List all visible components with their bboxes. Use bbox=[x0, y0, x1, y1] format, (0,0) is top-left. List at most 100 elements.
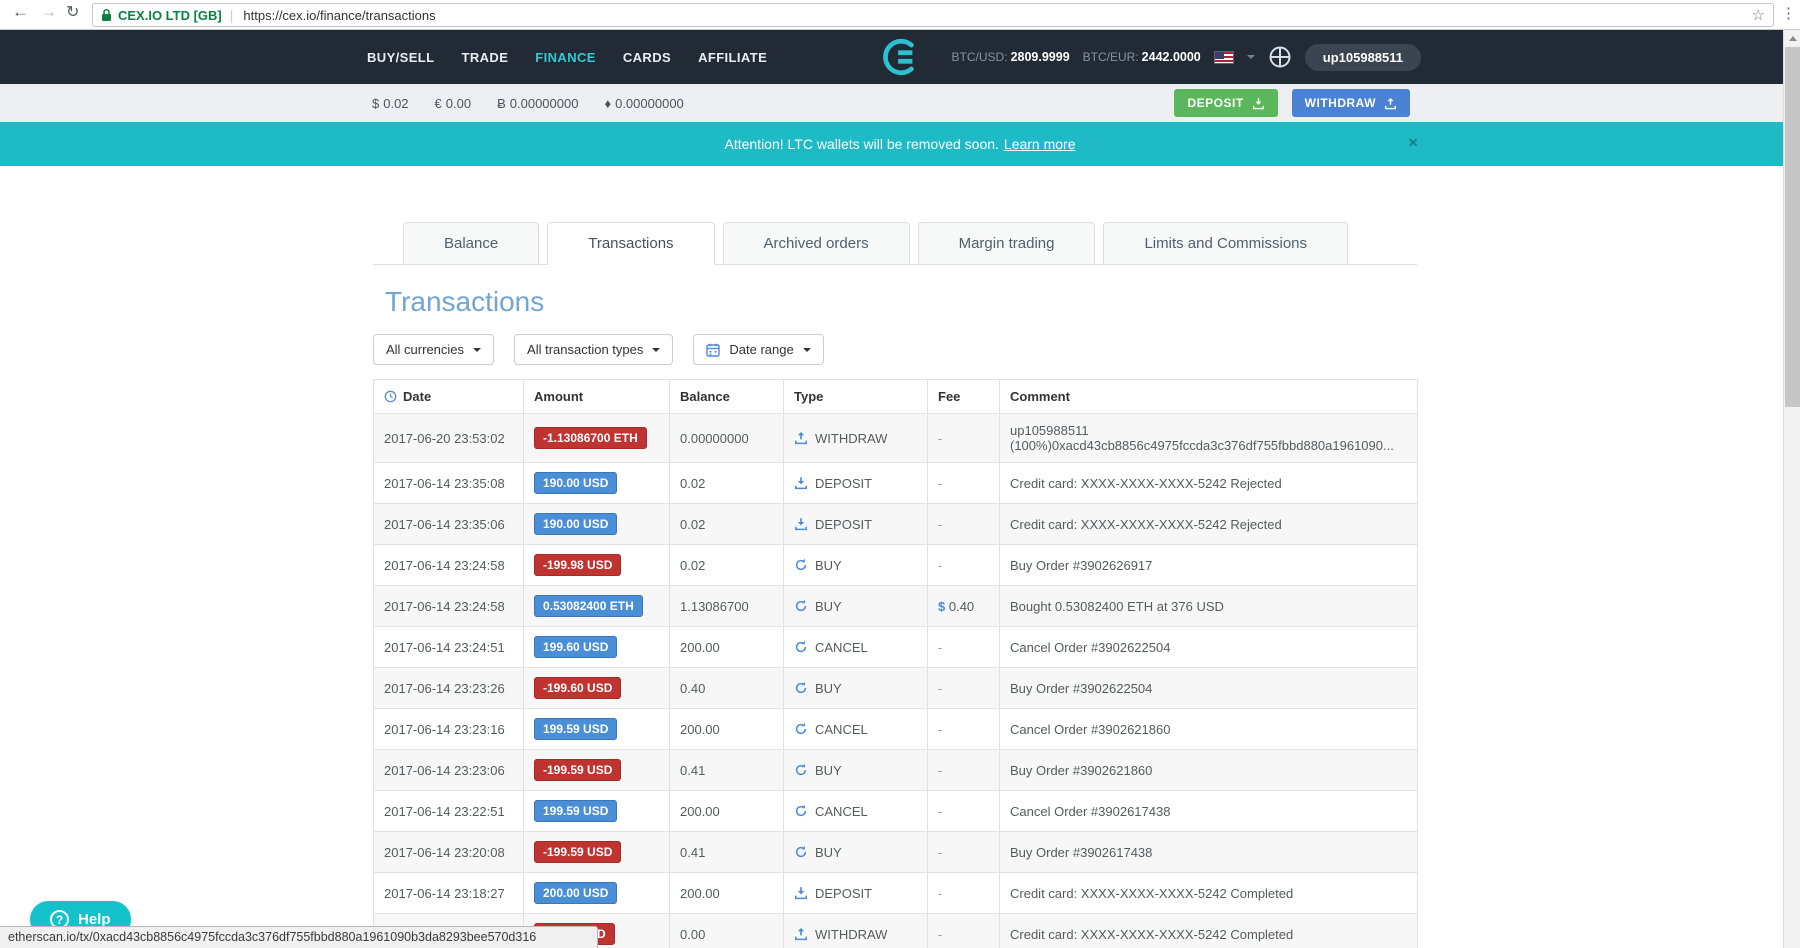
deposit-icon bbox=[1252, 97, 1265, 110]
tx-amount: 199.60 USD bbox=[524, 627, 670, 668]
navbar-right: BTC/USD:2809.9999 BTC/EUR:2442.0000 up10… bbox=[952, 30, 1421, 84]
bookmark-star-icon[interactable]: ☆ bbox=[1752, 6, 1765, 24]
site-identity[interactable]: CEX.IO LTD [GB] bbox=[118, 8, 222, 23]
amount-badge: 190.00 USD bbox=[534, 472, 617, 494]
tx-comment: Credit card: XXXX-XXXX-XXXX-5242 Rejecte… bbox=[1000, 463, 1418, 504]
deposit-type-icon bbox=[794, 886, 808, 900]
tx-date: 2017-06-14 23:23:26 bbox=[374, 668, 524, 709]
tx-type: BUY bbox=[784, 586, 928, 627]
col-header-date[interactable]: Date bbox=[374, 380, 524, 414]
table-row: 2017-06-20 23:53:02-1.13086700 ETH0.0000… bbox=[374, 414, 1418, 463]
url-bar[interactable]: CEX.IO LTD [GB] | https://cex.io/finance… bbox=[92, 3, 1774, 27]
us-flag-icon[interactable] bbox=[1214, 51, 1234, 64]
finance-content: Balance Transactions Archived orders Mar… bbox=[373, 222, 1417, 948]
col-header-fee: Fee bbox=[928, 380, 1000, 414]
ticker-btceur: BTC/EUR:2442.0000 bbox=[1083, 50, 1201, 64]
col-header-balance: Balance bbox=[670, 380, 784, 414]
tx-comment: Cancel Order #3902617438 bbox=[1000, 791, 1418, 832]
withdraw-type-icon bbox=[794, 927, 808, 941]
date-range-dropdown[interactable]: Date range bbox=[693, 334, 823, 365]
tx-amount: 200.00 USD bbox=[524, 873, 670, 914]
username-pill[interactable]: up105988511 bbox=[1305, 44, 1421, 71]
tx-amount: -199.60 USD bbox=[524, 668, 670, 709]
nav-item-cards[interactable]: CARDS bbox=[623, 50, 671, 65]
tx-fee: - bbox=[928, 627, 1000, 668]
tx-date: 2017-06-14 23:23:06 bbox=[374, 750, 524, 791]
nav-item-trade[interactable]: TRADE bbox=[461, 50, 508, 65]
main-menu: BUY/SELL TRADE FINANCE CARDS AFFILIATE bbox=[367, 30, 767, 84]
table-header-row: DateAmountBalanceTypeFeeComment bbox=[374, 380, 1418, 414]
url-separator: | bbox=[230, 7, 234, 23]
language-caret-icon[interactable] bbox=[1247, 55, 1255, 59]
deposit-button[interactable]: DEPOSIT bbox=[1174, 89, 1277, 117]
tab-balance[interactable]: Balance bbox=[403, 222, 539, 265]
cex-logo-icon[interactable] bbox=[880, 37, 920, 82]
table-row: 2017-06-14 23:22:51199.59 USD200.00CANCE… bbox=[374, 791, 1418, 832]
browser-menu-icon[interactable]: ⋮ bbox=[1781, 4, 1796, 22]
tx-balance: 1.13086700 bbox=[670, 586, 784, 627]
tab-limits-commissions[interactable]: Limits and Commissions bbox=[1103, 222, 1348, 265]
tx-type: WITHDRAW bbox=[784, 914, 928, 948]
tx-comment: Buy Order #3902626917 bbox=[1000, 545, 1418, 586]
amount-badge: -199.98 USD bbox=[534, 554, 621, 576]
tx-fee: - bbox=[928, 545, 1000, 586]
buy-type-icon bbox=[794, 681, 808, 695]
table-row: 2017-06-14 23:20:08-199.59 USD0.41BUY-Bu… bbox=[374, 832, 1418, 873]
tx-fee: - bbox=[928, 414, 1000, 463]
tx-balance: 0.00000000 bbox=[670, 414, 784, 463]
tx-fee: - bbox=[928, 791, 1000, 832]
nav-item-buysell[interactable]: BUY/SELL bbox=[367, 50, 434, 65]
tx-hash-link[interactable]: 0xacd43cb8856c4975fccda3c376df755fbbd880… bbox=[1052, 438, 1394, 453]
tx-fee: $ 0.40 bbox=[928, 586, 1000, 627]
url-text[interactable]: https://cex.io/finance/transactions bbox=[243, 8, 1743, 23]
tx-balance: 200.00 bbox=[670, 873, 784, 914]
table-row: 2017-06-14 23:35:08190.00 USD0.02DEPOSIT… bbox=[374, 463, 1418, 504]
tx-date: 2017-06-14 23:18:27 bbox=[374, 873, 524, 914]
table-body: 2017-06-20 23:53:02-1.13086700 ETH0.0000… bbox=[374, 414, 1418, 948]
tx-date: 2017-06-14 23:24:51 bbox=[374, 627, 524, 668]
page-title: Transactions bbox=[385, 286, 1417, 318]
padlock-icon[interactable] bbox=[101, 8, 112, 22]
tx-amount: 0.53082400 ETH bbox=[524, 586, 670, 627]
currency-filter-dropdown[interactable]: All currencies bbox=[373, 334, 494, 365]
tx-amount: -199.59 USD bbox=[524, 750, 670, 791]
table-row: 2017-06-14 23:24:580.53082400 ETH1.13086… bbox=[374, 586, 1418, 627]
banner-close-icon[interactable]: × bbox=[1408, 134, 1418, 151]
tx-type: DEPOSIT bbox=[784, 873, 928, 914]
type-filter-dropdown[interactable]: All transaction types bbox=[514, 334, 673, 365]
amount-badge: 199.60 USD bbox=[534, 636, 617, 658]
browser-chrome: ← → ↻ CEX.IO LTD [GB] | https://cex.io/f… bbox=[0, 0, 1800, 30]
globe-icon[interactable] bbox=[1268, 45, 1292, 69]
balance-usd: $0.02 bbox=[372, 96, 409, 111]
tx-fee: - bbox=[928, 750, 1000, 791]
amount-badge: -199.60 USD bbox=[534, 677, 621, 699]
tab-archived-orders[interactable]: Archived orders bbox=[723, 222, 910, 265]
tab-transactions[interactable]: Transactions bbox=[547, 222, 714, 265]
tx-date: 2017-06-14 23:20:08 bbox=[374, 832, 524, 873]
reload-icon[interactable]: ↻ bbox=[66, 2, 79, 22]
tx-amount: 199.59 USD bbox=[524, 709, 670, 750]
tx-fee: - bbox=[928, 709, 1000, 750]
learn-more-link[interactable]: Learn more bbox=[1004, 136, 1076, 152]
tx-amount: -1.13086700 ETH bbox=[524, 414, 670, 463]
tab-margin-trading[interactable]: Margin trading bbox=[918, 222, 1096, 265]
amount-badge: 199.59 USD bbox=[534, 718, 617, 740]
back-icon[interactable]: ← bbox=[12, 2, 29, 22]
tx-comment: Credit card: XXXX-XXXX-XXXX-5242 Rejecte… bbox=[1000, 504, 1418, 545]
withdraw-button[interactable]: WITHDRAW bbox=[1292, 89, 1410, 117]
table-row: 2017-06-14 23:23:26-199.60 USD0.40BUY-Bu… bbox=[374, 668, 1418, 709]
balance-btc: Ƀ0.00000000 bbox=[497, 96, 578, 111]
clock-icon bbox=[384, 390, 397, 403]
amount-badge: 0.53082400 ETH bbox=[534, 595, 643, 617]
scrollbar-up-arrow-icon[interactable] bbox=[1784, 30, 1800, 47]
tx-balance: 0.02 bbox=[670, 545, 784, 586]
forward-icon[interactable]: → bbox=[40, 2, 57, 22]
tx-type: DEPOSIT bbox=[784, 504, 928, 545]
wallet-bar: $0.02 €0.00 Ƀ0.00000000 ♦0.00000000 DEPO… bbox=[0, 84, 1800, 122]
scrollbar-thumb[interactable] bbox=[1785, 47, 1800, 407]
withdraw-type-icon bbox=[794, 431, 808, 445]
nav-item-finance[interactable]: FINANCE bbox=[535, 50, 596, 65]
tx-date: 2017-06-20 23:53:02 bbox=[374, 414, 524, 463]
nav-item-affiliate[interactable]: AFFILIATE bbox=[698, 50, 767, 65]
scrollbar[interactable] bbox=[1783, 30, 1800, 948]
